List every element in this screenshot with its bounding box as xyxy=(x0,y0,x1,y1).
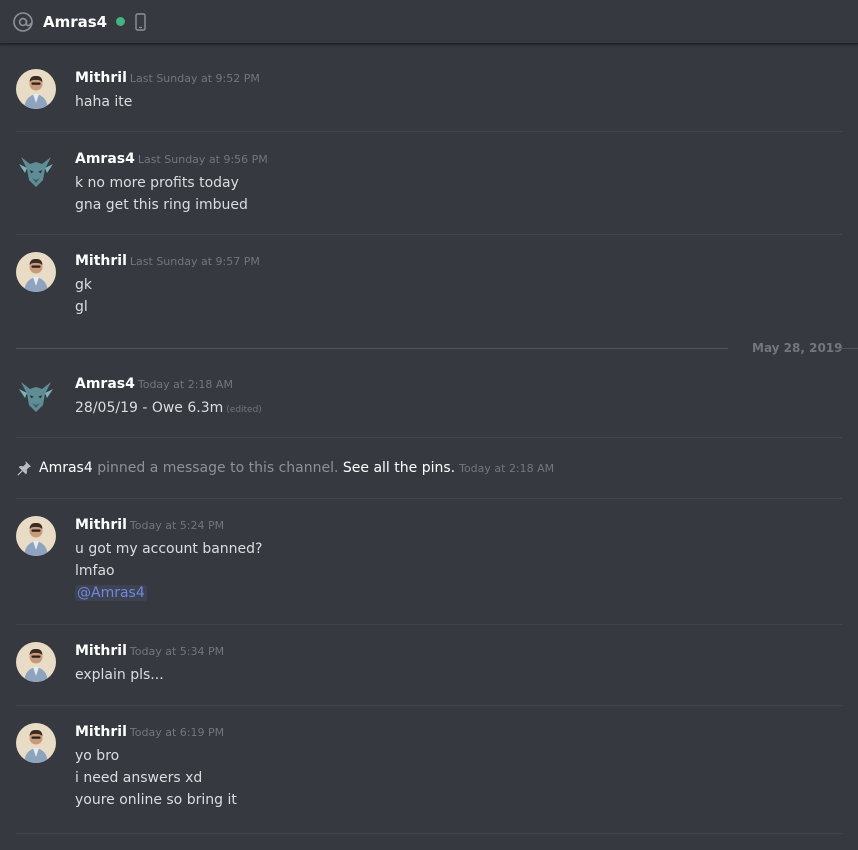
edited-marker: (edited) xyxy=(226,405,262,415)
message-text: k no more profits today xyxy=(75,175,239,191)
channel-header: Amras4 xyxy=(0,0,858,44)
dragon-avatar[interactable] xyxy=(16,150,56,190)
date-separator-label: May 28, 2019 xyxy=(752,341,843,355)
message-text: lmfao xyxy=(75,563,115,579)
message-divider xyxy=(16,624,842,625)
message-author[interactable]: Mithril xyxy=(75,253,127,269)
message-text: u got my account banned? xyxy=(75,541,263,557)
message-divider xyxy=(16,705,842,706)
mobile-phone-icon xyxy=(135,12,146,31)
message-group: Amras4 Today at 2:18 AM 28/05/19 - Owe 6.… xyxy=(16,375,842,417)
message-text: yo bro xyxy=(75,748,120,764)
message-group: Amras4 Last Sunday at 9:56 PM k no more p… xyxy=(16,150,842,214)
dm-channel-name: Amras4 xyxy=(43,12,108,31)
message-group: Mithril Last Sunday at 9:52 PM haha ite xyxy=(16,69,842,110)
message-divider xyxy=(16,437,842,438)
message-text: gk xyxy=(75,277,92,293)
online-status-dot xyxy=(116,17,126,26)
pin-message-text: pinned a message to this channel. xyxy=(92,460,343,476)
date-separator-line xyxy=(16,348,728,349)
message-timestamp: Last Sunday at 9:52 PM xyxy=(129,72,260,85)
at-sign-icon xyxy=(12,11,34,33)
mithril-avatar[interactable] xyxy=(16,252,56,292)
message-author[interactable]: Mithril xyxy=(75,70,127,86)
date-separator: May 28, 2019 xyxy=(16,340,858,356)
message-text: explain pls... xyxy=(75,667,164,683)
pin-actor-name[interactable]: Amras4 xyxy=(39,460,93,476)
pin-timestamp: Today at 2:18 AM xyxy=(459,462,555,475)
message-author[interactable]: Amras4 xyxy=(75,376,135,392)
message-group: Mithril Today at 6:19 PM yo bro i need an… xyxy=(16,723,842,813)
message-text: 28/05/19 - Owe 6.3m xyxy=(75,400,224,416)
message-group: Mithril Last Sunday at 9:57 PM gk gl xyxy=(16,252,842,316)
mithril-avatar[interactable] xyxy=(16,69,56,109)
mithril-avatar[interactable] xyxy=(16,516,56,556)
message-timestamp: Last Sunday at 9:56 PM xyxy=(137,153,268,166)
dragon-avatar[interactable] xyxy=(16,375,56,415)
pin-icon xyxy=(16,460,32,476)
message-text: i need answers xd xyxy=(75,770,203,786)
message-text: gna get this ring imbued xyxy=(75,197,248,213)
message-divider xyxy=(16,234,842,235)
message-divider xyxy=(16,498,842,499)
message-text: youre online so bring it xyxy=(75,792,237,808)
message-group: Mithril Today at 5:24 PM u got my account… xyxy=(16,516,842,606)
message-divider xyxy=(16,833,842,834)
message-text: haha ite xyxy=(75,94,133,110)
pinned-system-message: Amras4 pinned a message to this channel.… xyxy=(16,458,842,478)
message-author[interactable]: Mithril xyxy=(75,724,127,740)
message-author[interactable]: Amras4 xyxy=(75,151,135,167)
message-group: Mithril Today at 5:34 PM explain pls... xyxy=(16,642,842,684)
date-separator-line xyxy=(840,348,858,349)
message-timestamp: Last Sunday at 9:57 PM xyxy=(129,255,260,268)
message-timestamp: Today at 6:19 PM xyxy=(129,726,225,739)
message-divider xyxy=(16,131,842,132)
mithril-avatar[interactable] xyxy=(16,642,56,682)
see-all-pins-link[interactable]: See all the pins. xyxy=(343,460,455,476)
message-text: gl xyxy=(75,299,88,315)
message-author[interactable]: Mithril xyxy=(75,643,127,659)
message-timestamp: Today at 5:24 PM xyxy=(129,519,225,532)
message-author[interactable]: Mithril xyxy=(75,517,127,533)
message-timestamp: Today at 2:18 AM xyxy=(137,378,233,391)
user-mention[interactable]: @Amras4 xyxy=(75,585,147,601)
mithril-avatar[interactable] xyxy=(16,723,56,763)
message-timestamp: Today at 5:34 PM xyxy=(129,645,225,658)
